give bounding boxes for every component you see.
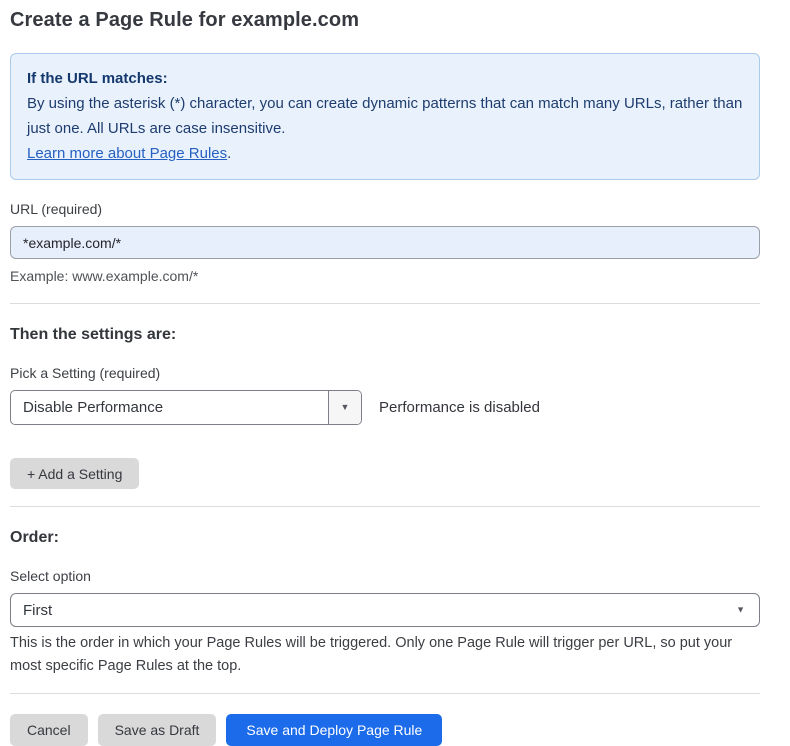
page-title: Create a Page Rule for example.com bbox=[10, 9, 760, 32]
page-rule-form: Create a Page Rule for example.com If th… bbox=[0, 0, 790, 714]
learn-more-link[interactable]: Learn more about Page Rules bbox=[27, 145, 227, 162]
url-example-helper: Example: www.example.com/* bbox=[10, 266, 760, 286]
setting-picker-row: Disable Performance ▼ Performance is dis… bbox=[10, 390, 760, 425]
chevron-down-icon: ▼ bbox=[736, 606, 745, 615]
order-helper-text: This is the order in which your Page Rul… bbox=[10, 632, 760, 678]
link-period: . bbox=[227, 145, 231, 162]
url-matches-callout: If the URL matches: By using the asteris… bbox=[10, 53, 760, 180]
section-divider-2 bbox=[10, 506, 760, 507]
callout-heading: If the URL matches: bbox=[27, 66, 743, 91]
save-as-draft-button[interactable]: Save as Draft bbox=[98, 714, 217, 746]
setting-status-text: Performance is disabled bbox=[379, 399, 540, 416]
save-and-deploy-button[interactable]: Save and Deploy Page Rule bbox=[226, 714, 442, 746]
setting-select-value: Disable Performance bbox=[11, 391, 328, 424]
chevron-down-icon: ▼ bbox=[341, 403, 350, 412]
order-select-label: Select option bbox=[10, 568, 760, 584]
settings-section-heading: Then the settings are: bbox=[10, 326, 760, 344]
footer-actions: Cancel Save as Draft Save and Deploy Pag… bbox=[10, 714, 760, 746]
callout-link-line: Learn more about Page Rules. bbox=[27, 141, 743, 166]
setting-select[interactable]: Disable Performance ▼ bbox=[10, 390, 362, 425]
add-setting-button[interactable]: + Add a Setting bbox=[10, 458, 139, 489]
section-divider-3 bbox=[10, 693, 760, 694]
url-field-label: URL (required) bbox=[10, 201, 760, 217]
url-input[interactable] bbox=[10, 226, 760, 259]
order-select-value: First bbox=[23, 602, 52, 619]
order-select[interactable]: First ▼ bbox=[10, 593, 760, 627]
pick-setting-label: Pick a Setting (required) bbox=[10, 365, 760, 381]
callout-body-text: By using the asterisk (*) character, you… bbox=[27, 91, 743, 141]
section-divider-1 bbox=[10, 303, 760, 304]
order-section-heading: Order: bbox=[10, 529, 760, 547]
setting-select-arrow-button[interactable]: ▼ bbox=[328, 391, 361, 424]
cancel-button[interactable]: Cancel bbox=[10, 714, 88, 746]
